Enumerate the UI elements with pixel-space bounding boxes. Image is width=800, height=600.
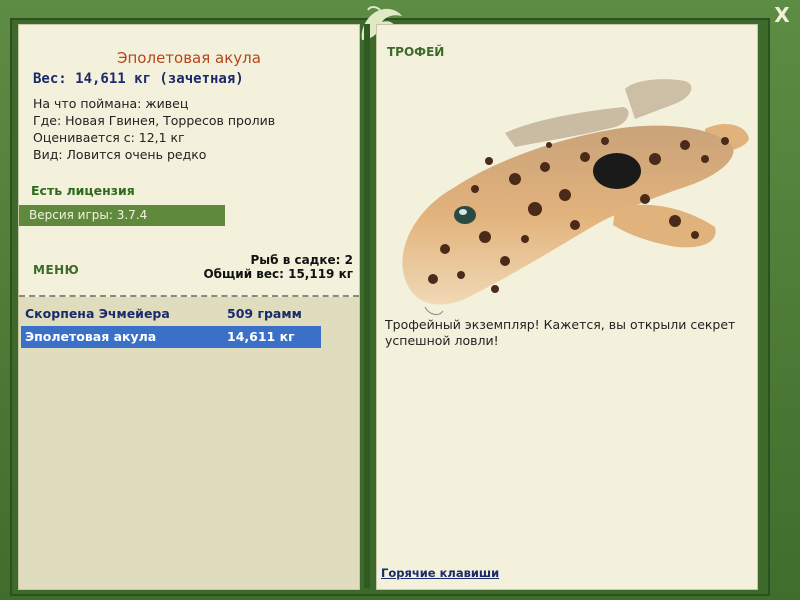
game-version-bar: Версия игры: 3.7.4 — [19, 205, 225, 226]
keep-net-total-weight: Общий вес: 15,119 кг — [203, 267, 353, 281]
keep-net-stats: Рыб в садке: 2 Общий вес: 15,119 кг — [203, 253, 353, 281]
panel-divider — [364, 24, 370, 588]
fish-rated-from: Оценивается с: 12,1 кг — [33, 130, 185, 145]
fish-location: Где: Новая Гвинея, Торресов пролив — [33, 113, 276, 128]
fish-kind: Вид: Ловится очень редко — [33, 147, 207, 162]
catch-item-weight: 509 грамм — [227, 306, 302, 321]
catch-item-name: Эполетовая акула — [25, 329, 157, 344]
catch-list-item[interactable]: Скорпена Эчмейера 509 грамм — [21, 303, 321, 325]
trophy-message: Трофейный экземпляр! Кажется, вы открыли… — [385, 317, 736, 348]
catch-item-name: Скорпена Эчмейера — [25, 306, 170, 321]
catch-item-weight: 14,611 кг — [227, 329, 295, 344]
catch-list-item-selected[interactable]: Эполетовая акула 14,611 кг — [21, 326, 321, 348]
epaulette-shark-image — [402, 79, 749, 315]
menu-button[interactable]: МЕНЮ — [33, 263, 79, 277]
keep-net-count: Рыб в садке: 2 — [250, 253, 354, 267]
fish-bait: На что поймана: живец — [33, 96, 189, 111]
fish-details: На что поймана: живец Где: Новая Гвинея,… — [33, 95, 275, 163]
fish-name-title: Эполетовая акула — [117, 49, 261, 67]
hotkeys-link[interactable]: Горячие клавиши — [381, 566, 499, 580]
close-button[interactable]: X — [772, 4, 792, 26]
trophy-panel: ТРОФЕЙ Трофейный экземпляр! Кажется, вы … — [376, 24, 758, 590]
catch-list: Скорпена Эчмейера 509 грамм Эполетовая а… — [19, 297, 359, 589]
license-status: Есть лицензия — [31, 183, 135, 198]
fish-info-panel: Эполетовая акула Вес: 14,611 кг (зачетна… — [18, 24, 360, 590]
fish-weight: Вес: 14,611 кг (зачетная) — [33, 71, 244, 87]
